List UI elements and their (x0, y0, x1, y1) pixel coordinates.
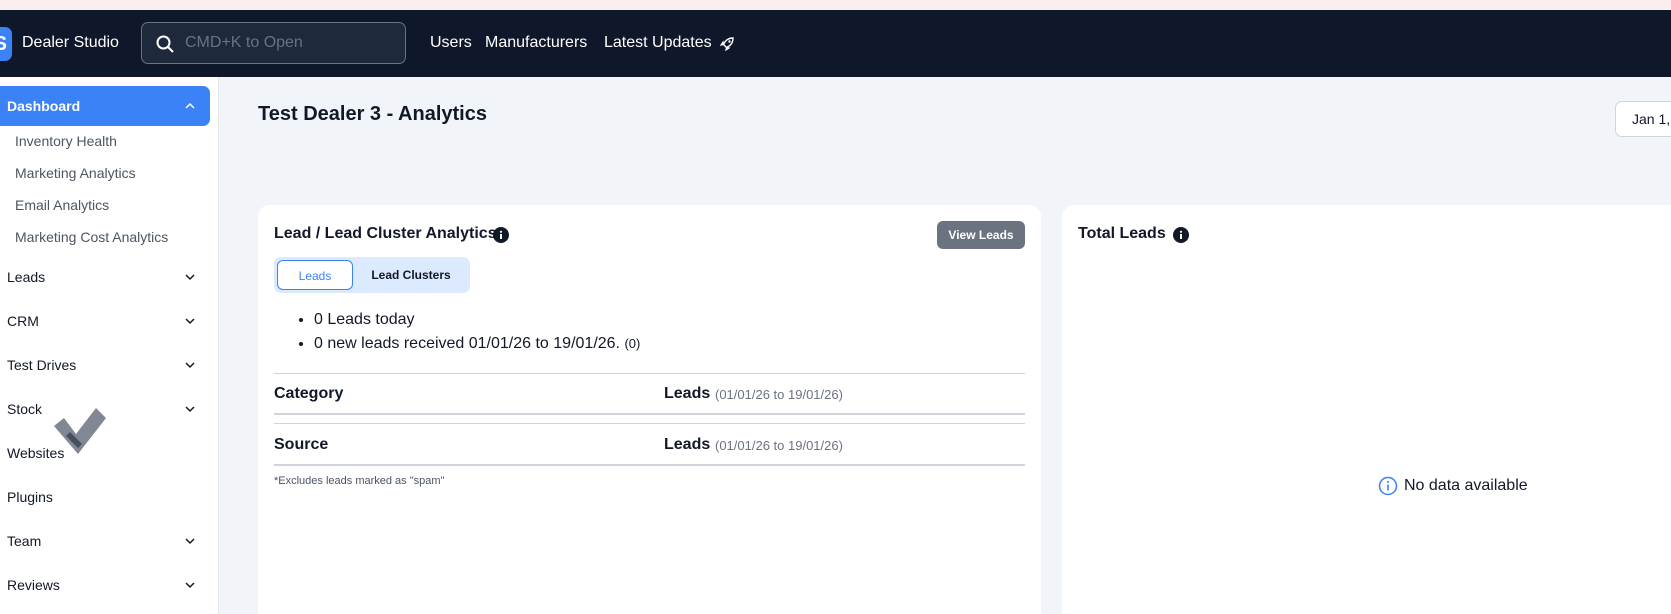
nav-manufacturers[interactable]: Manufacturers (485, 34, 587, 52)
info-icon[interactable] (1173, 227, 1189, 243)
nav-users[interactable]: Users (430, 34, 472, 52)
total-leads-card: Total Leads No data available (1062, 205, 1671, 614)
sidebar-item-leads[interactable]: Leads (0, 257, 210, 297)
sidebar-item-test-drives[interactable]: Test Drives (0, 345, 210, 385)
sidebar-item-label: Reviews (7, 577, 60, 593)
top-navbar: S Dealer Studio Users Manufacturers Late… (0, 10, 1671, 77)
info-circle-icon (1378, 476, 1398, 496)
category-header: Category (274, 385, 344, 402)
sidebar-item-label: Team (7, 533, 42, 549)
no-data-text: No data available (1404, 477, 1528, 494)
page-title: Test Dealer 3 - Analytics (258, 103, 487, 125)
browser-top-strip (0, 0, 1671, 10)
divider (274, 373, 1025, 374)
lead-summary-list: 0 Leads today 0 new leads received 01/01… (314, 311, 640, 359)
view-leads-button[interactable]: View Leads (937, 221, 1025, 249)
divider (274, 464, 1025, 466)
leads-toggle: Leads Lead Clusters (274, 257, 470, 293)
chevron-down-icon (185, 362, 195, 369)
sidebar-sub-inventory-health[interactable]: Inventory Health (15, 133, 117, 149)
brand-logo[interactable]: S (0, 27, 12, 61)
sidebar-item-label: CRM (7, 313, 39, 329)
spam-footnote: *Excludes leads marked as "spam" (274, 475, 445, 487)
nav-latest-updates[interactable]: Latest Updates (604, 34, 712, 52)
sidebar-item-label: Dashboard (7, 98, 81, 114)
toggle-leads[interactable]: Leads (277, 260, 353, 290)
date-range-button[interactable]: Jan 1, 2026 - Jan 19, 2026 (1615, 101, 1671, 137)
rocket-icon (719, 37, 734, 52)
source-date-range: (01/01/26 to 19/01/26) (715, 438, 843, 453)
list-item: 0 Leads today (314, 311, 640, 329)
sidebar-item-label: Test Drives (7, 357, 77, 373)
source-header: Source (274, 436, 329, 453)
sidebar-sub-marketing-cost-analytics[interactable]: Marketing Cost Analytics (15, 229, 168, 245)
divider (274, 413, 1025, 415)
search-icon (156, 35, 174, 53)
category-leads-header: Leads (664, 385, 711, 402)
sidebar-sub-email-analytics[interactable]: Email Analytics (15, 197, 109, 213)
leads-received-text: 0 new leads received 01/01/26 to 19/01/2… (314, 335, 620, 352)
chevron-down-icon (185, 406, 195, 413)
list-item: 0 new leads received 01/01/26 to 19/01/2… (314, 335, 640, 353)
sidebar-item-label: Plugins (7, 489, 53, 505)
source-leads-header: Leads (664, 436, 711, 453)
no-data-message: No data available (1378, 476, 1528, 496)
sidebar-sub-marketing-analytics[interactable]: Marketing Analytics (15, 165, 136, 181)
leads-today-text: 0 Leads today (314, 311, 415, 328)
category-date-range: (01/01/26 to 19/01/26) (715, 387, 843, 402)
info-icon[interactable] (493, 227, 509, 243)
leads-received-count: (0) (624, 336, 641, 351)
toggle-lead-clusters[interactable]: Lead Clusters (354, 260, 468, 290)
sidebar-item-crm[interactable]: CRM (0, 301, 210, 341)
chevron-down-icon (185, 318, 195, 325)
sidebar-item-dashboard[interactable]: Dashboard (0, 86, 210, 126)
chevron-up-icon (185, 102, 195, 109)
checkmark-cursor-icon (54, 408, 106, 454)
search-box[interactable] (141, 22, 406, 64)
search-input[interactable] (185, 23, 400, 63)
sidebar-item-plugins[interactable]: Plugins (0, 477, 210, 517)
brand-name[interactable]: Dealer Studio (22, 34, 119, 52)
sidebar-item-label: Leads (7, 269, 46, 285)
chevron-down-icon (185, 582, 195, 589)
lead-analytics-card: Lead / Lead Cluster Analytics View Leads… (258, 205, 1041, 614)
card-title: Total Leads (1078, 225, 1166, 242)
chevron-down-icon (185, 274, 195, 281)
sidebar-item-team[interactable]: Team (0, 521, 210, 561)
divider (274, 423, 1025, 424)
sidebar-item-reviews[interactable]: Reviews (0, 565, 210, 605)
card-title: Lead / Lead Cluster Analytics (274, 225, 497, 242)
sidebar: Dashboard Inventory Health Marketing Ana… (0, 77, 219, 614)
chevron-down-icon (185, 538, 195, 545)
sidebar-item-label: Stock (7, 401, 43, 417)
